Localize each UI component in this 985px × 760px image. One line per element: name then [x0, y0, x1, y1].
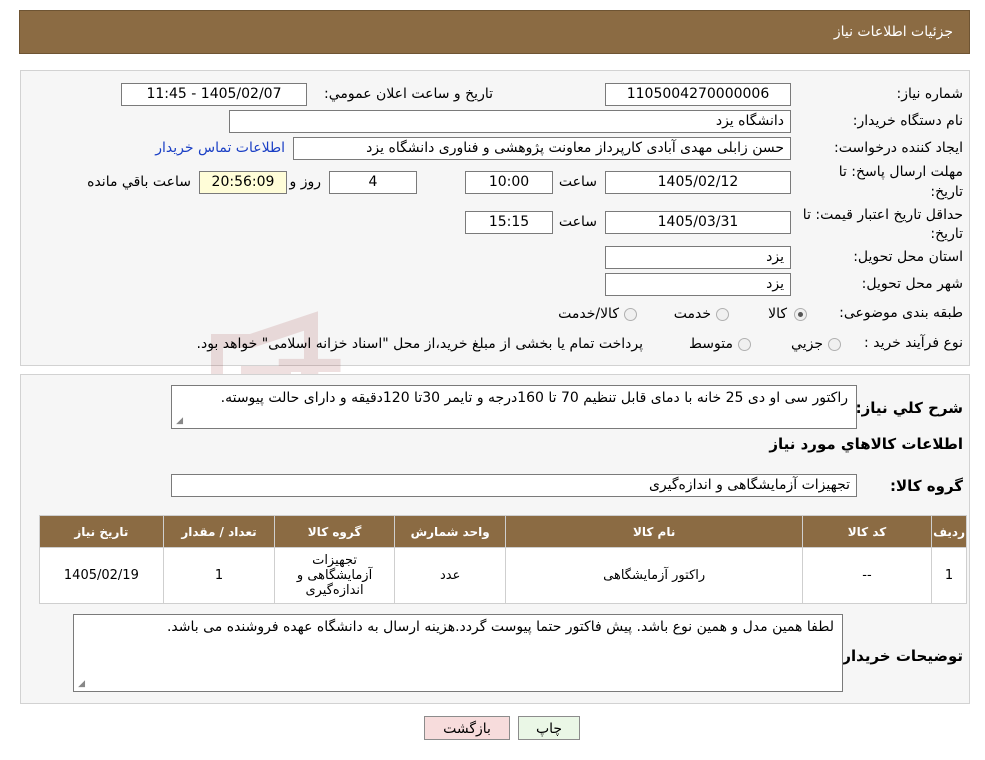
- price-time-label: ساعت: [558, 214, 597, 230]
- process-note: پرداخت تمام يا بخشی از مبلغ خريد،از محل …: [196, 336, 643, 352]
- cell-goods-group: تجهیزات آزمایشگاهی و اندازه‌گیری: [274, 547, 395, 604]
- reply-date-field: 1405/02/12: [605, 171, 791, 194]
- days-remaining-field: 4: [329, 171, 417, 194]
- general-description-field[interactable]: راکتور سی او دی 25 خانه با دمای قابل تنظ…: [171, 385, 857, 429]
- city-label: شهر محل تحويل:: [861, 276, 963, 292]
- col-item-code: كد كالا: [801, 515, 933, 548]
- process-label: نوع فرآیند خرید :: [864, 335, 963, 351]
- col-item-name: نام كالا: [505, 515, 803, 548]
- announce-datetime-field: 1405/02/07 - 11:45: [121, 83, 307, 106]
- cell-unit: عدد: [393, 547, 507, 604]
- buyer-notes-text: لطفا همین مدل و همین نوع باشد. پیش فاکتو…: [166, 619, 834, 635]
- province-label: استان محل تحويل:: [853, 249, 963, 265]
- goods-group-label: گروه كالا:: [890, 477, 963, 495]
- buyer-org-label: نام دستگاه خريدار:: [852, 113, 963, 129]
- price-validity-label-date: تاريخ:: [930, 226, 963, 242]
- col-row-number: رديف: [931, 515, 967, 548]
- announce-datetime-label: تاریخ و ساعت اعلان عمومي:: [324, 86, 493, 102]
- category-radio-goods[interactable]: [794, 308, 807, 321]
- col-need-date: تاريخ نياز: [39, 515, 164, 548]
- items-table: رديف كد كالا نام كالا واحد شمارش گروه كا…: [39, 515, 967, 604]
- general-description-label: شرح كلي نياز:: [855, 399, 963, 417]
- col-goods-group: گروه كالا: [274, 515, 395, 548]
- print-button[interactable]: چاپ: [518, 716, 580, 740]
- goods-group-field: تجهیزات آزمایشگاهی و اندازه‌گیری: [171, 474, 857, 497]
- category-option-service: خدمت: [673, 306, 711, 322]
- time-remaining-label: ساعت باقي مانده: [87, 174, 191, 190]
- table-row: 1 -- راکتور آزمایشگاهی عدد تجهیزات آزمای…: [39, 547, 967, 604]
- cell-item-code: --: [801, 547, 933, 604]
- process-radio-minor[interactable]: [828, 338, 841, 351]
- province-field: یزد: [605, 246, 791, 269]
- resize-grip-icon[interactable]: ◢: [76, 680, 85, 689]
- items-info-title: اطلاعات كالاهاي مورد نياز: [769, 435, 963, 453]
- process-radio-medium[interactable]: [738, 338, 751, 351]
- days-label: روز و: [289, 174, 322, 190]
- time-remaining-field: 20:56:09: [199, 171, 287, 194]
- back-button[interactable]: بازگشت: [424, 716, 510, 740]
- requester-field: حسن زابلی مهدی آبادی کارپرداز معاونت پژو…: [293, 137, 791, 160]
- cell-need-date: 1405/02/19: [39, 547, 164, 604]
- category-radio-service[interactable]: [716, 308, 729, 321]
- page-header: جزئیات اطلاعات نیاز: [19, 10, 970, 54]
- category-radio-goods-service[interactable]: [624, 308, 637, 321]
- items-table-header: رديف كد كالا نام كالا واحد شمارش گروه كا…: [39, 515, 967, 548]
- reply-deadline-label-date: تاريخ:: [930, 184, 963, 200]
- cell-row-number: 1: [931, 547, 967, 604]
- process-option-minor: جزيي: [791, 336, 823, 352]
- category-label: طبقه بندی موضوعی:: [839, 305, 963, 321]
- price-time-field: 15:15: [465, 211, 553, 234]
- need-number-label: شماره نیاز:: [896, 86, 964, 102]
- general-description-text: راکتور سی او دی 25 خانه با دمای قابل تنظ…: [220, 390, 848, 406]
- resize-grip-icon[interactable]: ◢: [174, 417, 183, 426]
- buyer-org-field: دانشگاه یزد: [229, 110, 791, 133]
- buyer-notes-label: توضيحات خريدار:: [836, 647, 963, 665]
- col-unit: واحد شمارش: [393, 515, 507, 548]
- reply-time-field: 10:00: [465, 171, 553, 194]
- need-number-field: 1105004270000006: [605, 83, 791, 106]
- category-option-goods: كالا: [768, 306, 787, 322]
- price-validity-date-field: 1405/03/31: [605, 211, 791, 234]
- city-field: یزد: [605, 273, 791, 296]
- page-title: جزئیات اطلاعات نیاز: [833, 24, 953, 40]
- buyer-contact-link[interactable]: اطلاعات تماس خريدار: [155, 140, 285, 156]
- price-validity-label: حداقل تاريخ اعتبار قيمت: تا: [802, 207, 963, 223]
- cell-item-name: راکتور آزمایشگاهی: [505, 547, 803, 604]
- reply-deadline-label: مهلت ارسال پاسخ: تا: [838, 164, 963, 180]
- col-quantity: تعداد / مقدار: [162, 515, 276, 548]
- reply-time-label: ساعت: [558, 174, 597, 190]
- need-details-panel: شرح كلي نياز: راکتور سی او دی 25 خانه با…: [20, 374, 970, 704]
- cell-quantity: 1: [162, 547, 276, 604]
- need-info-panel: AriaTender.neT شماره نیاز: 1105004270000…: [20, 70, 970, 459]
- buyer-notes-field[interactable]: لطفا همین مدل و همین نوع باشد. پیش فاکتو…: [73, 614, 843, 692]
- requester-label: ایجاد کننده درخواست:: [834, 140, 963, 156]
- process-option-medium: متوسط: [689, 336, 733, 352]
- category-option-goods-service: كالا/خدمت: [558, 306, 619, 322]
